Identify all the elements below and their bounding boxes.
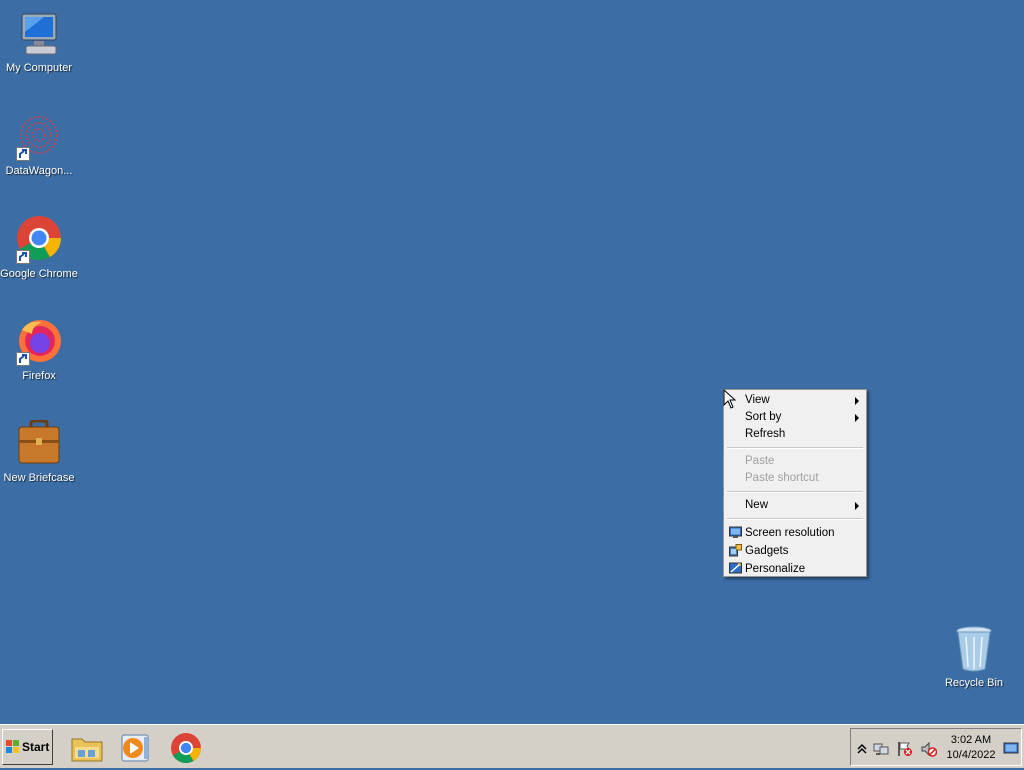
menu-item-new[interactable]: New xyxy=(724,497,866,514)
desktop-context-menu: View Sort by Refresh Paste Paste shortcu… xyxy=(723,389,867,577)
start-label: Start xyxy=(22,740,50,754)
icon-label: DataWagon... xyxy=(5,165,73,177)
menu-item-gadgets[interactable]: Gadgets xyxy=(724,542,866,560)
windows-logo-icon xyxy=(6,740,20,754)
shortcut-arrow-icon xyxy=(16,352,30,366)
system-tray: 3:02 AM 10/4/2022 xyxy=(850,728,1022,766)
desktop-icon-google-chrome[interactable]: Google Chrome xyxy=(0,216,78,280)
action-center-flag-icon[interactable] xyxy=(897,741,913,757)
menu-item-label: View xyxy=(745,394,770,406)
menu-item-refresh[interactable]: Refresh xyxy=(724,426,866,443)
start-button[interactable]: Start xyxy=(2,729,53,765)
menu-item-label: Personalize xyxy=(745,563,806,575)
mouse-cursor-icon xyxy=(723,388,737,409)
shortcut-arrow-icon xyxy=(16,147,30,161)
media-player-icon[interactable] xyxy=(119,731,153,765)
clock-date: 10/4/2022 xyxy=(946,749,996,761)
desktop-icon-my-computer[interactable]: My Computer xyxy=(0,10,78,74)
menu-item-label: Screen resolution xyxy=(745,527,835,539)
menu-item-label: Sort by xyxy=(745,411,782,423)
menu-item-personalize[interactable]: Personalize xyxy=(724,560,866,578)
menu-item-view[interactable]: View xyxy=(724,392,866,409)
icon-label: Google Chrome xyxy=(0,268,78,280)
clock-time: 3:02 AM xyxy=(950,734,992,746)
recycle-bin-icon xyxy=(949,625,999,675)
submenu-arrow-icon xyxy=(855,502,859,510)
menu-item-paste-shortcut: Paste shortcut xyxy=(724,470,866,487)
menu-item-label: Paste shortcut xyxy=(745,472,819,484)
personalize-icon xyxy=(729,562,742,575)
menu-item-sort-by[interactable]: Sort by xyxy=(724,409,866,426)
icon-label: Recycle Bin xyxy=(944,677,1004,689)
computer-icon xyxy=(14,10,64,60)
taskbar-clock[interactable]: 3:02 AM 10/4/2022 xyxy=(943,733,999,763)
file-explorer-icon[interactable] xyxy=(70,731,104,765)
menu-item-screen-resolution[interactable]: Screen resolution xyxy=(724,524,866,542)
desktop-icon-datawagon[interactable]: DataWagon... xyxy=(0,113,78,177)
shortcut-arrow-icon xyxy=(16,250,30,264)
datawagon-icon xyxy=(14,113,64,163)
taskbar: Start 3:02 AM 10/4/2022 xyxy=(0,724,1024,768)
firefox-icon xyxy=(14,318,64,368)
network-icon[interactable] xyxy=(873,741,889,757)
chrome-icon xyxy=(14,216,64,266)
menu-item-label: Paste xyxy=(745,455,775,467)
submenu-arrow-icon xyxy=(855,397,859,405)
show-desktop-icon[interactable] xyxy=(1003,740,1019,756)
menu-separator xyxy=(727,491,863,493)
menu-separator xyxy=(727,518,863,520)
menu-separator xyxy=(727,447,863,449)
icon-label: New Briefcase xyxy=(3,472,75,484)
desktop-icon-new-briefcase[interactable]: New Briefcase xyxy=(0,419,78,484)
screen-resolution-icon xyxy=(729,526,742,539)
icon-label: Firefox xyxy=(22,370,56,382)
menu-item-label: Gadgets xyxy=(745,545,789,557)
submenu-arrow-icon xyxy=(855,414,859,422)
gadgets-icon xyxy=(729,544,742,557)
briefcase-icon xyxy=(14,419,64,470)
menu-item-label: Refresh xyxy=(745,428,786,440)
desktop-icon-firefox[interactable]: Firefox xyxy=(0,318,78,382)
volume-muted-icon[interactable] xyxy=(921,741,938,757)
menu-item-label: New xyxy=(745,499,769,511)
desktop-icon-recycle-bin[interactable]: Recycle Bin xyxy=(935,625,1013,689)
show-hidden-icons-chevron-icon[interactable] xyxy=(854,741,870,757)
chrome-icon[interactable] xyxy=(169,731,203,765)
icon-label: My Computer xyxy=(5,62,73,74)
menu-item-paste: Paste xyxy=(724,453,866,470)
